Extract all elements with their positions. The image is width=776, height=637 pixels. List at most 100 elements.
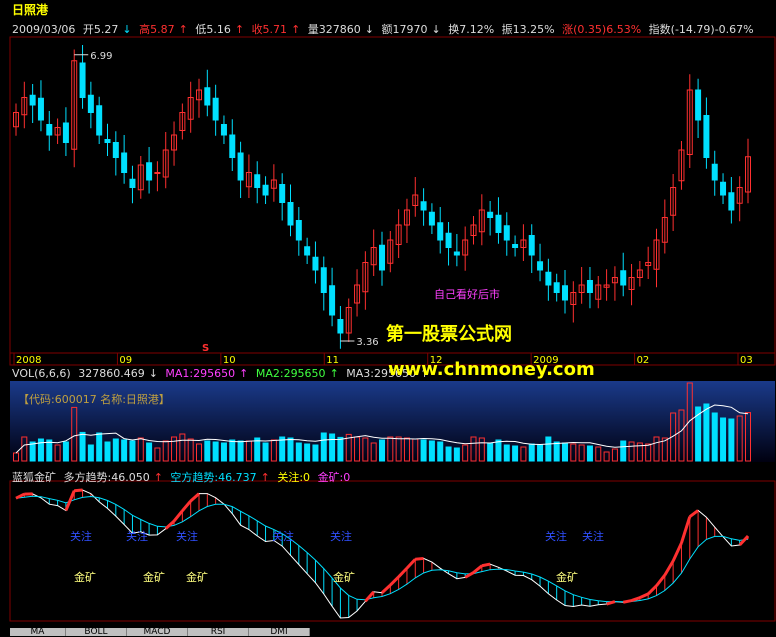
sell-marker: S <box>202 343 209 354</box>
volume-bar <box>563 443 568 461</box>
candle-body <box>696 90 701 120</box>
candle-body <box>230 135 235 158</box>
x-tick-label: 03 <box>740 355 753 366</box>
vol-label: VOL(6,6,6) <box>12 367 71 380</box>
volume-bar <box>147 443 152 461</box>
attention-signal: 关注 <box>582 529 604 543</box>
quote-index: 指数(-14.79)-0.67% <box>649 23 754 36</box>
vol-ma2: MA2:295650 <box>256 367 326 380</box>
candle-body <box>38 98 43 120</box>
volume-bar <box>130 441 135 461</box>
candle-body <box>721 182 726 195</box>
candle-body <box>97 106 102 135</box>
volume-bar <box>313 445 318 461</box>
volume-bar <box>97 433 102 461</box>
candle-body <box>305 247 310 255</box>
gold-signal: 金矿 <box>143 570 165 584</box>
candle-body <box>288 203 293 226</box>
candle-body <box>380 245 385 270</box>
volume-bar <box>230 440 235 461</box>
tab-rsi[interactable]: RSI <box>188 628 249 636</box>
candle-body <box>704 116 709 158</box>
analyst-note: 自己看好后市 <box>434 286 500 302</box>
gold-signal: 金矿 <box>333 570 355 584</box>
candle-body <box>122 153 127 173</box>
candle-body <box>729 193 734 210</box>
quote-amplitude: 振13.25% <box>502 23 555 36</box>
volume-bar <box>721 418 726 461</box>
volume-bar <box>113 439 118 461</box>
quote-amount: 额17970 <box>382 23 428 36</box>
volume-bar <box>238 441 243 461</box>
quote-open: 开5.27 <box>83 23 119 36</box>
candle-body <box>554 283 559 293</box>
quote-volume: 量327860 <box>308 23 361 36</box>
candle-body <box>563 286 568 300</box>
volume-bar <box>712 413 717 461</box>
attention-signal: 关注 <box>70 529 92 543</box>
volume-bar <box>305 444 310 461</box>
candle-body <box>80 63 85 98</box>
volume-bar <box>80 432 85 461</box>
min-price-label: 3.36 <box>356 337 378 348</box>
volume-bar <box>105 442 110 461</box>
volume-bar <box>488 443 493 461</box>
volume-bar <box>338 437 343 461</box>
tab-boll[interactable]: BOLL <box>66 628 127 636</box>
indicator-tabs: MA BOLL MACD RSI DMI <box>0 628 776 636</box>
volume-bar <box>704 404 709 461</box>
tab-macd[interactable]: MACD <box>127 628 188 636</box>
volume-bar <box>30 442 35 461</box>
volume-bar <box>47 440 52 461</box>
candle-body <box>446 233 451 247</box>
candle-body <box>280 185 285 203</box>
candle-body <box>454 252 459 255</box>
volume-bar <box>446 447 451 461</box>
quote-date: 2009/03/06 <box>12 23 75 36</box>
attention-signal: 关注 <box>176 529 198 543</box>
gold-signal: 金矿 <box>556 570 578 584</box>
candle-body <box>296 221 301 241</box>
x-tick-label: 02 <box>637 355 650 366</box>
volume-bar <box>321 433 326 461</box>
quote-turnover: 换7.12% <box>448 23 494 36</box>
candle-body <box>429 212 434 225</box>
candle-body <box>529 236 534 256</box>
volume-bar <box>529 444 534 461</box>
candle-body <box>504 226 509 240</box>
rising-segment <box>482 564 490 566</box>
x-tick-label: 11 <box>326 355 339 366</box>
volume-bar <box>221 443 226 461</box>
watermark-cn: 第一股票公式网 <box>386 320 512 346</box>
ind-short-trend: 空方趋势:46.737 <box>170 471 256 484</box>
watermark-url: www.chnmoney.com <box>388 359 595 380</box>
quote-info-line: 2009/03/06 开5.27↓ 高5.87↑ 低5.16↑ 收5.71↑ 量… <box>12 21 758 37</box>
tab-dmi[interactable]: DMI <box>249 628 310 636</box>
ind-name: 蓝狐金矿 <box>12 471 56 484</box>
vol-ma1: MA1:295650 <box>165 367 235 380</box>
volume-bar <box>621 441 626 461</box>
volume-bar <box>729 419 734 461</box>
candle-body <box>255 175 260 188</box>
attention-signal: 关注 <box>330 529 352 543</box>
volume-bar <box>513 446 518 461</box>
candle-body <box>213 98 218 120</box>
volume-bar <box>429 441 434 461</box>
candle-body <box>488 212 493 217</box>
x-tick-label: 2008 <box>16 355 41 366</box>
quote-close: 收5.71 <box>252 23 288 36</box>
tab-ma[interactable]: MA <box>10 628 66 636</box>
volume-bar <box>288 438 293 461</box>
volume-bar <box>380 440 385 461</box>
candle-body <box>47 125 52 136</box>
volume-bar <box>213 442 218 461</box>
candle-body <box>205 88 210 105</box>
candle-body <box>238 153 243 180</box>
ind-gold: 金矿:0 <box>318 471 351 484</box>
candle-body <box>546 272 551 285</box>
candle-body <box>105 140 110 143</box>
candle-body <box>147 163 152 180</box>
gold-signal: 金矿 <box>186 570 208 584</box>
ind-long-trend: 多方趋势:46.050 <box>64 471 150 484</box>
volume-bar <box>438 442 443 461</box>
